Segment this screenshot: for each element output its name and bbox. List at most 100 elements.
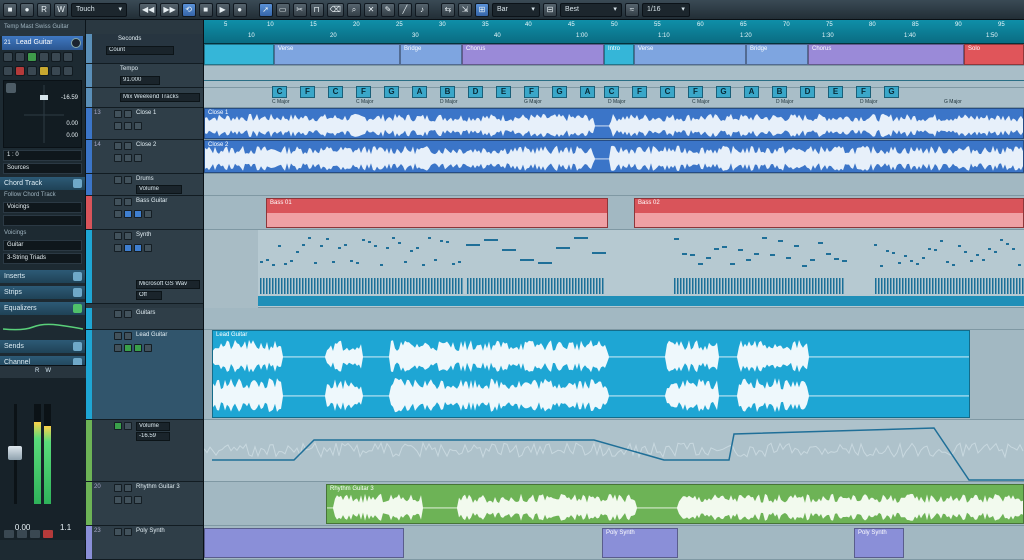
- voicing-type-select[interactable]: Guitar: [3, 240, 82, 251]
- part-close-1[interactable]: Close 1: [204, 108, 1024, 139]
- part-poly-synth-2[interactable]: Poly Synth: [854, 528, 904, 558]
- project-window[interactable]: 5 10 15 20 25 30 35 40 45 50 55 60 65 70 75 80 85 90 95 10 2…: [204, 20, 1024, 560]
- automation-value-field[interactable]: -16.59: [136, 432, 170, 441]
- automation-mode-select[interactable]: Touch ▾: [71, 2, 127, 17]
- ruler[interactable]: 5 10 15 20 25 30 35 40 45 50 55 60 65 70 75 80 85 90 95 10 2…: [204, 20, 1024, 44]
- chord-event[interactable]: G: [384, 86, 399, 98]
- snap-button[interactable]: ⊞: [474, 2, 489, 17]
- track-tempo[interactable]: Tempo 91.000: [86, 64, 203, 88]
- delay-field[interactable]: 1 : 0: [3, 150, 82, 161]
- inspector-track-header[interactable]: 21 Lead Guitar: [2, 36, 83, 50]
- volume-fader[interactable]: [8, 446, 22, 460]
- rewind-button[interactable]: ◀◀: [139, 2, 158, 17]
- track-bass-guitar[interactable]: Bass Guitar: [86, 196, 203, 230]
- part-rhythm-guitar-3[interactable]: Rhythm Guitar 3: [326, 484, 1024, 524]
- marker-chorus[interactable]: Chorus: [462, 44, 604, 65]
- part-close-2[interactable]: Close 2: [204, 140, 1024, 173]
- tempo-value[interactable]: 91.000: [120, 76, 160, 85]
- quantize-select[interactable]: 1/16 ▾: [641, 2, 690, 17]
- voicing-preset-select[interactable]: 3-String Triads: [3, 253, 82, 264]
- chord-event[interactable]: G: [552, 86, 567, 98]
- marker-intro[interactable]: Intro: [604, 44, 634, 65]
- chord-event[interactable]: C: [272, 86, 287, 98]
- freeze-button[interactable]: [27, 66, 37, 76]
- chord-event[interactable]: B: [772, 86, 787, 98]
- play-tool[interactable]: ♪: [414, 2, 429, 17]
- marker-verse[interactable]: Verse: [274, 44, 400, 65]
- object-select-tool[interactable]: ➚: [258, 2, 273, 17]
- chord-event[interactable]: D: [468, 86, 483, 98]
- track-guitars-folder[interactable]: Guitars: [86, 308, 203, 330]
- range-tool[interactable]: ▭: [275, 2, 290, 17]
- chord-event[interactable]: G: [884, 86, 899, 98]
- marker-part[interactable]: [204, 44, 274, 65]
- volume-pan-box[interactable]: -16.59 0.00 0.00: [3, 80, 82, 148]
- edit-button[interactable]: [51, 52, 61, 62]
- track-close-2[interactable]: 14 Close 2: [86, 140, 203, 174]
- section-equalizers[interactable]: Equalizers: [0, 302, 85, 315]
- snap-type-button[interactable]: ⊟: [542, 2, 557, 17]
- activate-project-button[interactable]: ■: [3, 2, 17, 17]
- split-tool[interactable]: ✂: [292, 2, 307, 17]
- part-poly-synth-0[interactable]: [204, 528, 404, 558]
- grid-type-select[interactable]: Bar ▾: [491, 2, 540, 17]
- follow-chord-select[interactable]: Voicings: [3, 202, 82, 213]
- zoom-tool[interactable]: ⌕: [346, 2, 361, 17]
- section-chord-track[interactable]: Chord Track: [0, 177, 85, 190]
- chord-event[interactable]: C: [604, 86, 619, 98]
- marker-verse-2[interactable]: Verse: [634, 44, 746, 65]
- mixer-monitor-button[interactable]: [30, 530, 40, 538]
- track-chord[interactable]: Mix Weekend Tracks: [86, 88, 203, 108]
- track-ruler[interactable]: Seconds Count: [86, 34, 203, 64]
- automation-param-field[interactable]: Volume: [136, 422, 170, 431]
- chord-event[interactable]: E: [496, 86, 511, 98]
- lock-button[interactable]: [39, 66, 49, 76]
- iterative-quantize-button[interactable]: ≈: [624, 2, 639, 17]
- chord-event[interactable]: F: [300, 86, 315, 98]
- ruler-mode-select[interactable]: Count: [106, 46, 174, 55]
- lanes-button[interactable]: [63, 52, 73, 62]
- track-close-1[interactable]: 13 Close 1: [86, 108, 203, 140]
- sends-field[interactable]: Sources: [3, 163, 82, 174]
- mixer-solo-button[interactable]: [17, 530, 27, 538]
- chord-event[interactable]: C: [660, 86, 675, 98]
- suspend-autoscroll-button[interactable]: ⇲: [457, 2, 472, 17]
- mute-tool[interactable]: ✕: [363, 2, 378, 17]
- chord-event[interactable]: A: [580, 86, 595, 98]
- part-lead-guitar[interactable]: Lead Guitar: [212, 330, 970, 418]
- mute-button[interactable]: [3, 52, 13, 62]
- constrain-delay-button[interactable]: ●: [20, 2, 34, 17]
- mixer-mute-button[interactable]: [4, 530, 14, 538]
- record-enable-button[interactable]: [15, 66, 25, 76]
- chord-event[interactable]: A: [744, 86, 759, 98]
- write-automation-button[interactable]: W: [54, 2, 68, 17]
- marker-solo[interactable]: Solo: [964, 44, 1024, 65]
- forward-button[interactable]: ▶▶: [160, 2, 179, 17]
- gear-icon[interactable]: [71, 38, 81, 48]
- marker-chorus-2[interactable]: Chorus: [808, 44, 964, 65]
- track-drums[interactable]: Drums Volume: [86, 174, 203, 196]
- track-rhythm-guitar-3[interactable]: 20 Rhythm Guitar 3: [86, 482, 203, 526]
- chord-event[interactable]: B: [440, 86, 455, 98]
- section-inserts[interactable]: Inserts: [0, 270, 85, 283]
- part-poly-synth-1[interactable]: Poly Synth: [602, 528, 678, 558]
- synth-off-field[interactable]: Off: [136, 291, 162, 300]
- chord-event[interactable]: F: [356, 86, 371, 98]
- part-bass-2[interactable]: Bass 02: [634, 198, 1024, 228]
- track-synth[interactable]: Synth Microsoft GS Wav Off: [86, 230, 203, 304]
- solo-button[interactable]: [15, 52, 25, 62]
- track-synth-automation[interactable]: Volume -16.59: [86, 420, 203, 482]
- synth-instrument-field[interactable]: Microsoft GS Wav: [136, 280, 200, 289]
- time-base-button[interactable]: [51, 66, 61, 76]
- mixer-record-button[interactable]: [43, 530, 53, 538]
- chord-event[interactable]: A: [412, 86, 427, 98]
- chord-event[interactable]: F: [688, 86, 703, 98]
- synth-part-bar[interactable]: [258, 296, 1024, 306]
- section-sends[interactable]: Sends: [0, 340, 85, 353]
- folder-button[interactable]: [63, 66, 73, 76]
- chord-event[interactable]: G: [716, 86, 731, 98]
- part-bass-1[interactable]: Bass 01: [266, 198, 608, 228]
- erase-tool[interactable]: ⌫: [326, 2, 344, 17]
- drums-param-field[interactable]: Volume: [136, 185, 182, 194]
- snap-mode-select[interactable]: Best ▾: [559, 2, 622, 17]
